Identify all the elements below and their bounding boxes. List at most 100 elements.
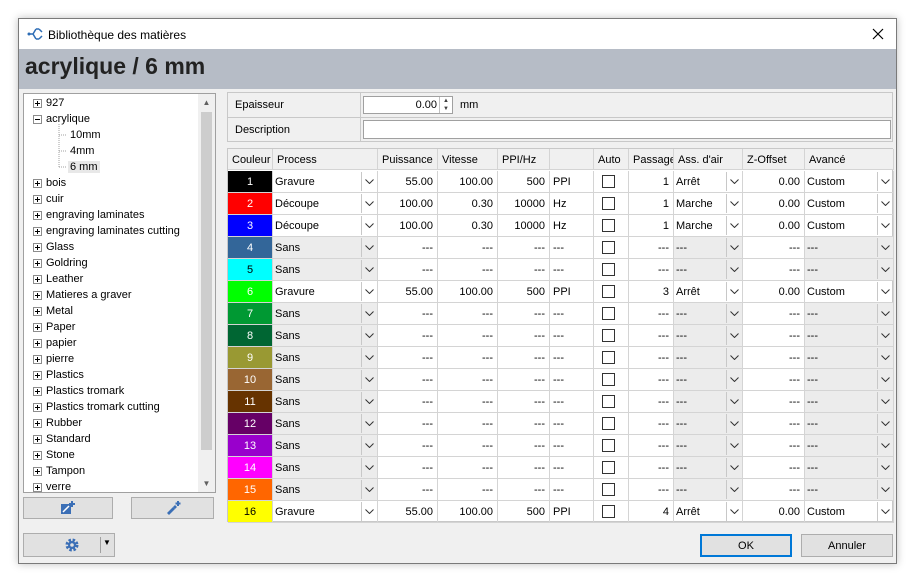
tree-item[interactable]: Plastics — [33, 367, 84, 383]
power-cell[interactable]: --- — [378, 325, 438, 347]
power-cell[interactable]: --- — [378, 369, 438, 391]
expand-icon[interactable] — [33, 290, 42, 300]
chevron-down-icon[interactable] — [877, 326, 893, 345]
passes-cell[interactable]: 1 — [629, 171, 674, 193]
z-offset-cell[interactable]: --- — [743, 435, 805, 457]
power-cell[interactable]: --- — [378, 303, 438, 325]
process-select[interactable]: Sans — [273, 369, 378, 391]
tree-item[interactable]: Matieres a graver — [33, 287, 132, 303]
z-offset-cell[interactable]: --- — [743, 325, 805, 347]
speed-cell[interactable]: --- — [438, 237, 498, 259]
process-select[interactable]: Sans — [273, 479, 378, 501]
tree-item[interactable]: Plastics tromark cutting — [33, 399, 160, 415]
power-cell[interactable]: 55.00 — [378, 171, 438, 193]
air-assist-select[interactable]: --- — [674, 325, 743, 347]
color-swatch[interactable]: 2 — [228, 193, 273, 215]
process-select[interactable]: Sans — [273, 347, 378, 369]
color-swatch[interactable]: 9 — [228, 347, 273, 369]
add-material-button[interactable] — [23, 497, 113, 519]
tree-item[interactable]: Stone — [33, 447, 75, 463]
power-cell[interactable]: --- — [378, 347, 438, 369]
power-cell[interactable]: --- — [378, 479, 438, 501]
chevron-down-icon[interactable] — [877, 414, 893, 433]
speed-cell[interactable]: 100.00 — [438, 281, 498, 303]
expand-icon[interactable] — [33, 274, 42, 284]
color-swatch[interactable]: 4 — [228, 237, 273, 259]
z-offset-cell[interactable]: --- — [743, 347, 805, 369]
advanced-select[interactable]: Custom — [805, 171, 894, 193]
speed-cell[interactable]: 0.30 — [438, 193, 498, 215]
chevron-down-icon[interactable] — [726, 480, 742, 499]
expand-icon[interactable] — [33, 306, 42, 316]
air-assist-select[interactable]: --- — [674, 391, 743, 413]
air-assist-select[interactable]: --- — [674, 479, 743, 501]
ppi-cell[interactable]: --- — [498, 435, 550, 457]
chevron-down-icon[interactable] — [361, 392, 377, 411]
z-offset-cell[interactable]: --- — [743, 391, 805, 413]
process-select[interactable]: Sans — [273, 435, 378, 457]
advanced-select[interactable]: --- — [805, 237, 894, 259]
air-assist-select[interactable]: Arrêt — [674, 281, 743, 303]
cancel-button[interactable]: Annuler — [801, 534, 893, 557]
passes-cell[interactable]: 4 — [629, 501, 674, 523]
expand-icon[interactable] — [33, 226, 42, 236]
chevron-down-icon[interactable] — [361, 436, 377, 455]
ppi-cell[interactable]: 500 — [498, 281, 550, 303]
auto-checkbox[interactable] — [602, 197, 615, 210]
ppi-cell[interactable]: --- — [498, 325, 550, 347]
power-cell[interactable]: --- — [378, 457, 438, 479]
auto-checkbox[interactable] — [602, 395, 615, 408]
process-select[interactable]: Sans — [273, 391, 378, 413]
tree-item[interactable]: papier — [33, 335, 77, 351]
z-offset-cell[interactable]: --- — [743, 259, 805, 281]
color-swatch[interactable]: 8 — [228, 325, 273, 347]
speed-cell[interactable]: --- — [438, 391, 498, 413]
air-assist-select[interactable]: --- — [674, 413, 743, 435]
thickness-spinbox[interactable]: 0.00 ▲ ▼ — [363, 96, 453, 114]
tree-item[interactable]: cuir — [33, 191, 64, 207]
color-swatch[interactable]: 7 — [228, 303, 273, 325]
power-cell[interactable]: 55.00 — [378, 281, 438, 303]
passes-cell[interactable]: --- — [629, 237, 674, 259]
advanced-select[interactable]: Custom — [805, 281, 894, 303]
color-swatch[interactable]: 15 — [228, 479, 273, 501]
chevron-down-icon[interactable] — [726, 348, 742, 367]
auto-checkbox[interactable] — [602, 219, 615, 232]
chevron-down-icon[interactable] — [361, 216, 377, 235]
thickness-value[interactable]: 0.00 — [416, 99, 437, 111]
ppi-cell[interactable]: --- — [498, 259, 550, 281]
z-offset-cell[interactable]: 0.00 — [743, 501, 805, 523]
scroll-thumb[interactable] — [201, 112, 212, 450]
chevron-down-icon[interactable] — [726, 414, 742, 433]
scroll-down-icon[interactable]: ▼ — [198, 475, 215, 492]
speed-cell[interactable]: --- — [438, 303, 498, 325]
auto-checkbox[interactable] — [602, 351, 615, 364]
chevron-down-icon[interactable] — [726, 436, 742, 455]
chevron-down-icon[interactable] — [726, 392, 742, 411]
expand-icon[interactable] — [33, 210, 42, 220]
chevron-down-icon[interactable] — [726, 216, 742, 235]
process-select[interactable]: Sans — [273, 303, 378, 325]
speed-cell[interactable]: --- — [438, 435, 498, 457]
advanced-select[interactable]: --- — [805, 369, 894, 391]
chevron-down-icon[interactable] — [877, 480, 893, 499]
expand-icon[interactable] — [33, 386, 42, 396]
expand-icon[interactable] — [33, 338, 42, 348]
speed-cell[interactable]: 100.00 — [438, 501, 498, 523]
expand-icon[interactable] — [33, 322, 42, 332]
speed-cell[interactable]: --- — [438, 259, 498, 281]
chevron-down-icon[interactable] — [877, 502, 893, 521]
chevron-down-icon[interactable] — [877, 304, 893, 323]
expand-icon[interactable] — [33, 354, 42, 364]
ppi-cell[interactable]: 10000 — [498, 193, 550, 215]
chevron-down-icon[interactable] — [877, 348, 893, 367]
ppi-cell[interactable]: 500 — [498, 501, 550, 523]
chevron-down-icon[interactable] — [877, 458, 893, 477]
tree-item[interactable]: verre — [33, 479, 71, 492]
color-swatch[interactable]: 3 — [228, 215, 273, 237]
chevron-down-icon[interactable] — [361, 480, 377, 499]
air-assist-select[interactable]: --- — [674, 237, 743, 259]
color-swatch[interactable]: 16 — [228, 501, 273, 523]
speed-cell[interactable]: --- — [438, 479, 498, 501]
advanced-select[interactable]: --- — [805, 259, 894, 281]
